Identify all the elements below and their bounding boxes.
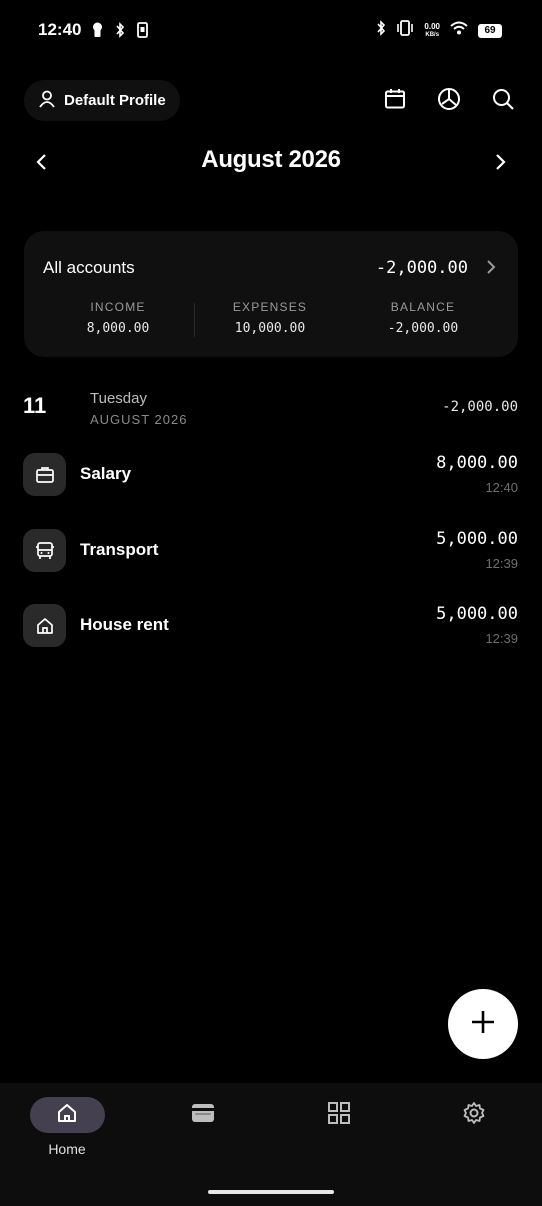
battery-indicator: 69 (478, 23, 502, 38)
transaction-row[interactable]: Transport 5,000.00 12:39 (0, 521, 542, 581)
house-icon (23, 604, 66, 647)
nav-pill (302, 1097, 377, 1133)
wallet-icon (191, 1102, 215, 1129)
status-bar: 12:40 0.00 KB/s 69 (0, 0, 542, 62)
accounts-total: -2,000.00 (375, 258, 468, 278)
status-right-icons: 0.00 KB/s 69 (376, 20, 502, 41)
nav-item-settings[interactable] (424, 1097, 524, 1133)
user-icon (38, 90, 56, 112)
day-month-year: AUGUST 2026 (90, 412, 188, 427)
bluetooth-icon (376, 20, 386, 41)
home-icon (56, 1102, 78, 1129)
day-weekday: Tuesday (90, 390, 147, 407)
grid-icon (328, 1101, 350, 1129)
plus-icon (469, 1008, 497, 1041)
profile-selector[interactable]: Default Profile (24, 80, 180, 121)
bottom-navigation: Home (0, 1083, 542, 1206)
nav-label-home: Home (48, 1141, 86, 1157)
transaction-label: House rent (80, 615, 169, 634)
day-number: 11 (23, 393, 47, 418)
sim-icon (137, 22, 148, 43)
network-speed: 0.00 KB/s (424, 21, 440, 38)
accounts-title: All accounts (43, 258, 135, 277)
income-column: INCOME 8,000.00 (43, 300, 193, 336)
transaction-amount: 5,000.00 (436, 604, 518, 624)
add-transaction-button[interactable] (448, 989, 518, 1059)
expenses-label: EXPENSES (232, 300, 308, 314)
transaction-time: 12:40 (485, 480, 518, 495)
gear-icon (462, 1101, 486, 1130)
keyhole-icon (92, 22, 103, 43)
expenses-value: 10,000.00 (234, 321, 306, 336)
nav-pill (437, 1097, 512, 1133)
expenses-column: EXPENSES 10,000.00 (195, 300, 345, 336)
balance-value: -2,000.00 (387, 321, 459, 336)
accounts-summary-card[interactable]: All accounts -2,000.00 INCOME 8,000.00 E… (24, 231, 518, 357)
transaction-label: Salary (80, 464, 132, 483)
income-value: 8,000.00 (86, 321, 150, 336)
month-title: August 2026 (201, 146, 341, 173)
briefcase-icon (23, 453, 66, 496)
nav-item-home[interactable]: Home (17, 1097, 117, 1157)
income-label: INCOME (90, 300, 146, 314)
status-time: 12:40 (38, 20, 82, 39)
transaction-label: Transport (80, 540, 159, 559)
wifi-icon (450, 21, 468, 40)
balance-label: BALANCE (390, 300, 456, 314)
month-navigator: August 2026 (0, 140, 542, 184)
chevron-right-icon (486, 258, 496, 281)
profile-label: Default Profile (64, 92, 166, 109)
nav-item-categories[interactable] (289, 1097, 389, 1133)
header-actions (382, 86, 516, 112)
bus-icon (23, 529, 66, 572)
nav-active-pill (29, 1097, 105, 1133)
search-icon[interactable] (490, 86, 516, 112)
chart-icon[interactable] (436, 86, 462, 112)
bluetooth-icon (115, 22, 125, 43)
transaction-row[interactable]: Salary 8,000.00 12:40 (0, 445, 542, 505)
status-left-icons (92, 22, 148, 43)
transaction-time: 12:39 (485, 631, 518, 646)
balance-column: BALANCE -2,000.00 (348, 300, 498, 336)
home-indicator (208, 1190, 334, 1194)
next-month-button[interactable] (494, 152, 508, 177)
vibrate-icon (396, 20, 414, 41)
nav-item-accounts[interactable] (153, 1097, 253, 1133)
transaction-amount: 8,000.00 (436, 453, 518, 473)
calendar-icon[interactable] (382, 86, 408, 112)
transaction-row[interactable]: House rent 5,000.00 12:39 (0, 596, 542, 656)
transaction-time: 12:39 (485, 556, 518, 571)
transaction-amount: 5,000.00 (436, 529, 518, 549)
day-total: -2,000.00 (442, 399, 518, 415)
nav-pill (166, 1097, 241, 1133)
